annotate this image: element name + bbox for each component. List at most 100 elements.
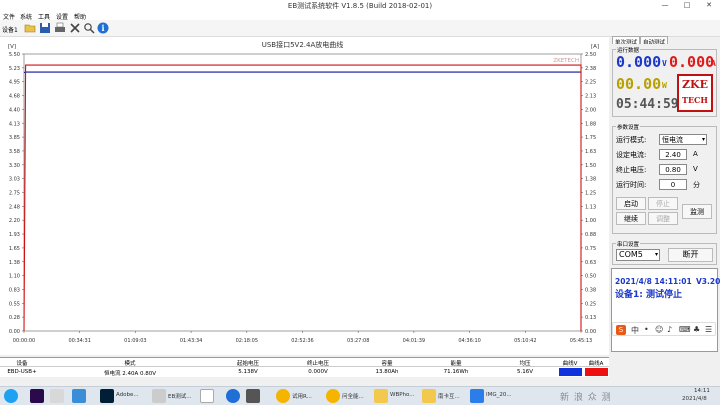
port-value: COM5 [619,250,643,259]
header-end-voltage: 终止电压 [306,361,329,367]
taskbar-browser-2[interactable]: 问全能... [326,389,370,404]
curve-a-swatch[interactable] [585,368,608,376]
app-icon [72,389,86,403]
x-tick-label: 05:45:13 [570,338,592,344]
y-right-tick-label: 1.50 [585,163,596,169]
y-right-tick-label: 0.13 [585,315,596,321]
voltage-unit: V [662,59,667,68]
y-right-tick-label: 0.75 [585,246,596,252]
close-button[interactable]: ✕ [698,0,720,11]
photoshop-icon [100,389,114,403]
monitor-button[interactable]: 监测 [682,204,712,219]
realtime-group: 运行数据 0.000 V 0.000 A 00.00 W 05:44:59 ZK… [612,46,717,117]
right-panel: 运行数据 0.000 V 0.000 A 00.00 W 05:44:59 ZK… [609,44,720,355]
device-label: 设备1 [2,27,18,34]
port-select[interactable]: COM5 ▾ [616,249,660,261]
zke-logo: ZKE TECH [677,74,713,112]
start-button[interactable]: 启动 [616,197,646,210]
y-right-tick-label: 2.13 [585,94,596,100]
chevron-down-icon: ▾ [654,251,658,258]
zoom-icon[interactable] [83,22,95,34]
current-readout: 0.000 [669,53,715,71]
header-mode: 模式 [124,361,136,367]
title-bar: EB测试系统软件 V1.8.5 (Build 2018-02-01) — □ ✕ [0,0,720,11]
taskbar-label: WBPho... [390,392,415,398]
y-right-tick-label: 2.38 [585,66,596,72]
y-left-tick-label: 2.20 [9,218,20,224]
taskbar-app-7[interactable] [226,389,242,404]
taskbar-photoshop[interactable]: Adobe... [100,389,148,404]
chart-title: USB接口5V2.4A放电曲线 [262,40,344,49]
app-icon [50,389,64,403]
x-tick-label: 01:09:03 [124,338,146,344]
taskbar-premiere[interactable] [30,389,46,404]
y-right-tick-label: 0.38 [585,287,596,293]
tools-icon[interactable] [69,22,81,34]
continue-button[interactable]: 继续 [616,212,646,225]
taskbar-label: Adobe... [116,392,139,398]
ime-toolbar[interactable]: S 中 • ☺ ♪ ⌨ ♣ ☰ [612,322,716,336]
y-left-tick-label: 3.03 [9,177,20,183]
y-right-tick-label: 0.63 [585,260,596,266]
header-capacity: 容量 [381,361,393,367]
mode-value: 恒电流 [662,136,683,144]
x-tick-label: 04:01:39 [403,338,425,344]
photos-icon [470,389,484,403]
table-row[interactable]: EBD-USB+ 恒电流 2.40A 0.80V 5.138V 0.000V 1… [0,367,609,377]
status-box: 2021/4/8 14:11:01 V3.20 设备1: 测试停止 [611,268,720,352]
taskbar-folder-2[interactable]: 南卡互... [422,389,466,404]
taskbar-label: IMG_20... [486,392,512,398]
y-right-tick-label: 1.75 [585,135,596,141]
clock-time[interactable]: 14:11 [694,388,710,394]
x-tick-label: 01:43:34 [180,338,202,344]
curve-v-swatch[interactable] [559,368,582,376]
taskbar-browser-1[interactable]: 试用R... [276,389,320,404]
taskbar-app-3[interactable] [72,389,88,404]
folder-icon [422,389,436,403]
run-time-input[interactable]: 0 [659,179,687,190]
open-icon[interactable] [24,22,36,34]
current-unit: A [711,59,716,68]
cell-end-voltage: 0.000V [308,369,328,375]
set-current-input[interactable]: 2.40 [659,149,687,160]
port-group: 串口设置 COM5 ▾ 断开 [612,240,717,265]
result-table: 设备 模式 起始电压 终止电压 容量 能量 均压 曲线V 曲线A EBD-USB… [0,357,609,377]
maximize-button[interactable]: □ [676,0,698,11]
disconnect-button[interactable]: 断开 [668,248,713,262]
taskbar-app-8[interactable] [246,389,262,404]
header-start-voltage: 起始电压 [236,361,259,367]
chart-watermark: ZKETECH [553,58,579,64]
chart-area: USB接口5V2.4A放电曲线 ZKETECH [V] [A] 0.00 0.28 0.55… [0,37,609,355]
left-axis-unit: [V] [8,44,16,50]
y-left-tick-label: 5.50 [9,52,20,58]
voltage-series-line [23,71,581,74]
end-voltage-input[interactable]: 0.80 [659,164,687,175]
save-icon[interactable] [39,22,51,34]
taskbar-app-2[interactable] [50,389,66,404]
discharge-chart: USB接口5V2.4A放电曲线 ZKETECH [V] [A] 0.00 0.28 0.55… [8,40,599,344]
y-right-tick-label: 0.25 [585,301,596,307]
mode-select[interactable]: 恒电流 ▾ [659,134,707,145]
taskbar-photos[interactable]: IMG_20... [470,389,514,404]
minimize-button[interactable]: — [654,0,676,11]
y-right-tick-label: 2.00 [585,107,596,113]
start-button[interactable] [4,389,20,404]
print-icon[interactable] [54,22,66,34]
y-left-tick-label: 0.83 [9,287,20,293]
y-right-tick-label: 2.50 [585,52,596,58]
y-left-tick-label: 4.40 [9,107,20,113]
taskbar-eb-test[interactable]: EB测试... [152,389,196,404]
ime-chinese-icon: 中 [631,326,639,335]
browser-icon [276,389,290,403]
adjust-button[interactable]: 调整 [648,212,678,225]
y-left-tick-label: 3.30 [9,163,20,169]
elapsed-time: 05:44:59 [616,97,679,112]
stop-button[interactable]: 停止 [648,197,678,210]
taskbar-folder-1[interactable]: WBPho... [374,389,418,404]
taskbar-label: 试用R... [292,394,312,400]
info-icon[interactable]: i [97,22,109,34]
clock-date[interactable]: 2021/4/8 [682,396,707,402]
taskbar-app-6[interactable] [200,389,216,404]
right-axis-unit: [A] [591,44,599,50]
y-left-tick-label: 5.23 [9,66,20,72]
